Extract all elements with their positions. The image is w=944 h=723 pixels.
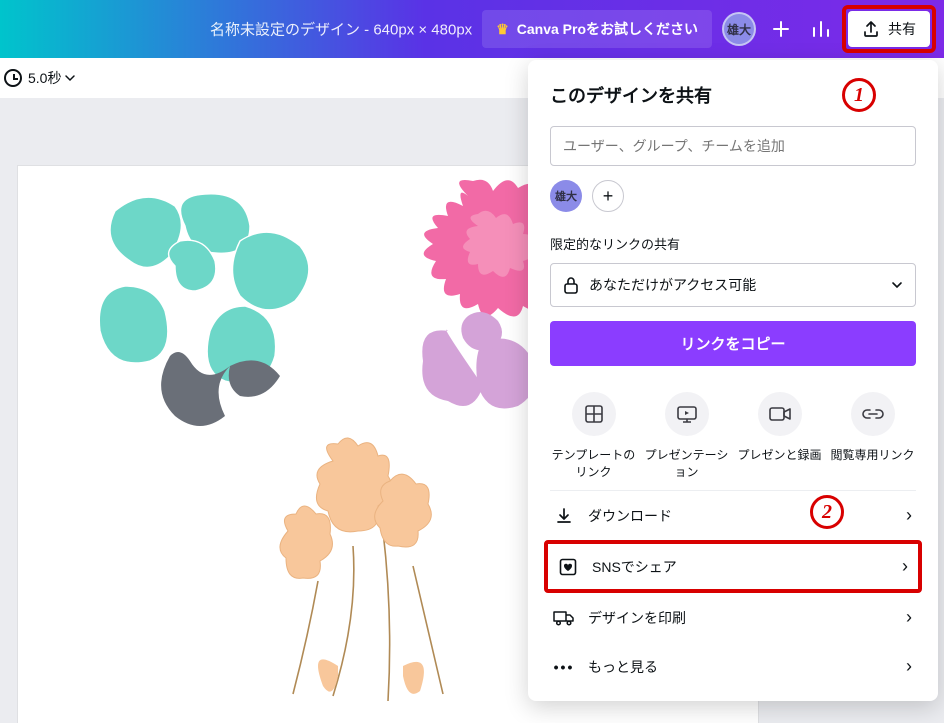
chevron-right-icon: › [906,607,912,628]
copy-link-button[interactable]: リンクをコピー [550,321,916,366]
annotation-2: 2 [810,495,844,529]
chevron-right-icon: › [906,505,912,526]
lock-icon [563,276,579,294]
share-button-highlight: 共有 [842,5,936,53]
row-sns-share[interactable]: SNSでシェア › [544,540,922,593]
try-pro-button[interactable]: ♛ Canva Proをお試しください [482,10,712,48]
flower-peach[interactable] [238,436,498,716]
tile-view-only-link[interactable]: 閲覧専用リンク [829,392,916,480]
link-section-label: 限定的なリンクの共有 [550,234,916,253]
row-print[interactable]: デザインを印刷 › [550,593,916,642]
plus-icon [772,20,790,38]
clock-icon [4,69,22,87]
add-button[interactable] [762,10,800,48]
chevron-down-icon [891,279,903,291]
heart-square-icon [558,558,578,576]
share-search-input[interactable] [550,126,916,166]
more-icon: ••• [554,659,574,675]
design-title[interactable]: 名称未設定のデザイン - 640px × 480px [210,19,472,40]
share-panel: このデザインを共有 雄大 + 限定的なリンクの共有 あなただけがアクセス可能 リ… [528,60,938,701]
presentation-icon [665,392,709,436]
tile-template-link[interactable]: テンプレートのリンク [550,392,637,480]
flower-teal[interactable] [90,191,350,451]
owner-avatar[interactable]: 雄大 [550,180,582,212]
crown-icon: ♛ [496,21,509,38]
access-dropdown[interactable]: あなただけがアクセス可能 [550,263,916,307]
access-label: あなただけがアクセス可能 [589,275,756,295]
chevron-right-icon: › [902,556,908,577]
record-icon [758,392,802,436]
share-button[interactable]: 共有 [848,11,930,47]
annotation-1: 1 [842,78,876,112]
try-pro-label: Canva Proをお試しください [517,19,698,39]
account-avatar[interactable]: 雄大 [722,12,756,46]
chevron-right-icon: › [906,656,912,677]
members-row: 雄大 + [550,180,916,212]
top-bar: 名称未設定のデザイン - 640px × 480px ♛ Canva Proをお… [0,0,944,58]
share-label: 共有 [888,19,916,39]
insights-button[interactable] [802,10,840,48]
tile-presentation[interactable]: プレゼンテーション [643,392,730,480]
download-icon [554,507,574,525]
bar-chart-icon [811,19,831,39]
upload-icon [862,20,880,38]
template-icon [572,392,616,436]
plus-icon: + [603,186,614,207]
duration-value[interactable]: 5.0秒 [28,68,61,88]
add-member-button[interactable]: + [592,180,624,212]
tile-present-record[interactable]: プレゼンと録画 [736,392,823,480]
link-icon [851,392,895,436]
avatar-initials: 雄大 [727,21,751,38]
truck-icon [554,610,574,626]
row-more[interactable]: ••• もっと見る › [550,642,916,691]
share-option-list: ダウンロード › SNSでシェア › デザインを印刷 › ••• もっと見る › [550,490,916,691]
share-tiles: テンプレートのリンク プレゼンテーション プレゼンと録画 閲覧専用リンク [550,392,916,480]
row-download[interactable]: ダウンロード › [550,491,916,540]
chevron-down-icon [65,73,75,83]
